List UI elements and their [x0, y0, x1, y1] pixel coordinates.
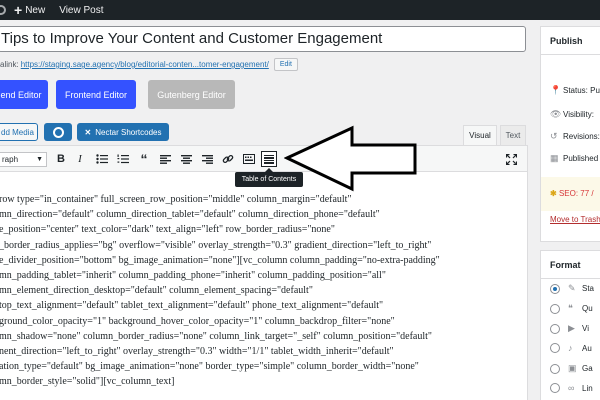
insert-link-button[interactable]	[220, 151, 236, 167]
new-menu[interactable]: + New	[14, 3, 45, 17]
quote-icon: ❝	[568, 303, 573, 313]
toolbar-toggle-button[interactable]	[241, 151, 257, 167]
post-title-input[interactable]: Tips to Improve Your Content and Custome…	[0, 26, 526, 52]
pin-icon: ✎	[568, 283, 576, 293]
format-option-gallery[interactable]: ▣ Ga	[550, 363, 593, 374]
radio-icon[interactable]	[550, 383, 560, 393]
content-line: mn_border_style="solid"][vc_column_text]	[0, 376, 175, 388]
format-option-audio[interactable]: ♪ Au	[550, 343, 592, 353]
tab-visual[interactable]: Visual	[463, 125, 497, 145]
keyboard-icon	[243, 154, 255, 164]
radio-icon[interactable]	[550, 323, 560, 334]
format-select[interactable]: raph ▼	[0, 152, 47, 167]
admin-bar: + New View Post	[0, 0, 600, 20]
tab-text[interactable]: Text	[500, 125, 526, 145]
format-panel: Format ✎ Sta ❝ Qu ▶ Vi ♪ Au ▣ Ga ∞ Lin	[540, 250, 600, 400]
add-media-button[interactable]: dd Media	[0, 123, 38, 141]
bulleted-list-icon	[96, 154, 108, 164]
permalink-url[interactable]: https://staging.sage.agency/blog/editori…	[21, 60, 269, 69]
eye-icon: 👁	[550, 109, 562, 119]
content-line: mn_padding_tablet="inherit" column_paddi…	[0, 270, 386, 282]
format-option-video[interactable]: ▶ Vi	[550, 323, 589, 334]
align-center-button[interactable]	[178, 151, 194, 167]
radio-icon[interactable]	[550, 343, 560, 353]
chevron-down-icon: ▼	[36, 156, 43, 163]
content-line: mn_direction="default" column_direction_…	[0, 209, 380, 221]
content-line: ation_type="default" bg_image_animation=…	[0, 361, 419, 373]
status-row: 📍 Status: Pu	[550, 85, 600, 95]
pin-icon: 📍	[550, 85, 562, 95]
nectar-shortcodes-button[interactable]: ✕ Nectar Shortcodes	[77, 123, 169, 141]
publish-heading: Publish	[541, 27, 600, 55]
publish-panel: Publish 📍 Status: Pu 👁 Visibility: ↺ Revisi…	[540, 26, 600, 242]
published-row: ▦ Published	[550, 153, 599, 163]
format-heading: Format	[541, 251, 600, 279]
expand-icon	[505, 153, 517, 165]
align-center-icon	[180, 154, 192, 164]
align-right-button[interactable]	[199, 151, 215, 167]
align-left-icon	[159, 154, 171, 164]
history-icon: ↺	[550, 131, 558, 141]
permalink-label: alink:	[0, 60, 19, 69]
format-option-standard[interactable]: ✎ Sta	[550, 283, 594, 294]
link-icon	[222, 154, 234, 164]
content-line: mn_shadow="none" column_border_radius="n…	[0, 330, 433, 342]
circle-icon	[52, 126, 64, 138]
link-icon: ∞	[568, 383, 575, 393]
visibility-row: 👁 Visibility:	[550, 109, 594, 119]
nectar-icon: ✕	[84, 127, 92, 137]
seo-icon: ✱	[550, 189, 559, 198]
editor-toolbar: raph ▼ B I “	[0, 146, 527, 172]
move-to-trash-link[interactable]: Move to Trash	[550, 215, 600, 224]
numbered-list-button[interactable]	[115, 151, 131, 167]
customize-icon[interactable]	[0, 5, 6, 15]
frontend-editor-button[interactable]: Frontend Editor	[56, 80, 136, 109]
bulleted-list-button[interactable]	[94, 151, 110, 167]
blockquote-button[interactable]: “	[136, 151, 152, 167]
calendar-icon: ▦	[550, 153, 559, 163]
align-left-button[interactable]	[157, 151, 173, 167]
numbered-list-icon	[117, 154, 129, 164]
bold-button[interactable]: B	[53, 151, 69, 167]
audio-icon: ♪	[568, 343, 573, 353]
content-line: e_position="center" text_color="dark" te…	[0, 224, 335, 236]
content-line: row type="in_container" full_screen_row_…	[0, 194, 352, 205]
gallery-icon: ▣	[568, 363, 577, 373]
plus-icon: +	[14, 2, 23, 18]
radio-icon[interactable]	[550, 303, 560, 314]
plugin-button[interactable]	[44, 123, 72, 141]
permalink: alink: https://staging.sage.agency/blog/…	[0, 58, 298, 71]
video-icon: ▶	[568, 323, 575, 333]
content-line: mn_element_direction_desktop="default" c…	[0, 285, 313, 297]
seo-score: ✱ SEO: 77 /	[541, 177, 600, 211]
fullscreen-button[interactable]	[503, 151, 519, 167]
permalink-edit-button[interactable]: Edit	[273, 58, 298, 71]
content-line: ground_color_opacity="1" background_hove…	[0, 315, 395, 327]
editor-content[interactable]: row type="in_container" full_screen_row_…	[0, 192, 527, 390]
align-right-icon	[201, 154, 213, 164]
format-option-quote[interactable]: ❝ Qu	[550, 303, 593, 314]
content-line: top_text_alignment="default" tablet_text…	[0, 300, 384, 312]
revisions-row: ↺ Revisions:	[550, 131, 600, 141]
content-line: _border_radius_applies="bg" overflow="vi…	[0, 239, 432, 251]
radio-icon[interactable]	[550, 283, 560, 294]
annotation-arrow-icon	[284, 125, 417, 192]
content-line: e_divider_position="bottom" bg_image_ani…	[0, 254, 440, 266]
table-of-contents-button[interactable]	[261, 151, 277, 167]
radio-icon[interactable]	[550, 363, 560, 374]
gutenberg-editor-button[interactable]: Gutenberg Editor	[148, 80, 235, 109]
format-option-link[interactable]: ∞ Lin	[550, 383, 593, 393]
backend-editor-button[interactable]: end Editor	[0, 80, 48, 109]
table-of-contents-icon	[264, 154, 274, 164]
view-post-link[interactable]: View Post	[59, 5, 103, 16]
content-line: nent_direction="left_to_right" overlay_s…	[0, 346, 394, 358]
italic-button[interactable]: I	[72, 151, 88, 167]
